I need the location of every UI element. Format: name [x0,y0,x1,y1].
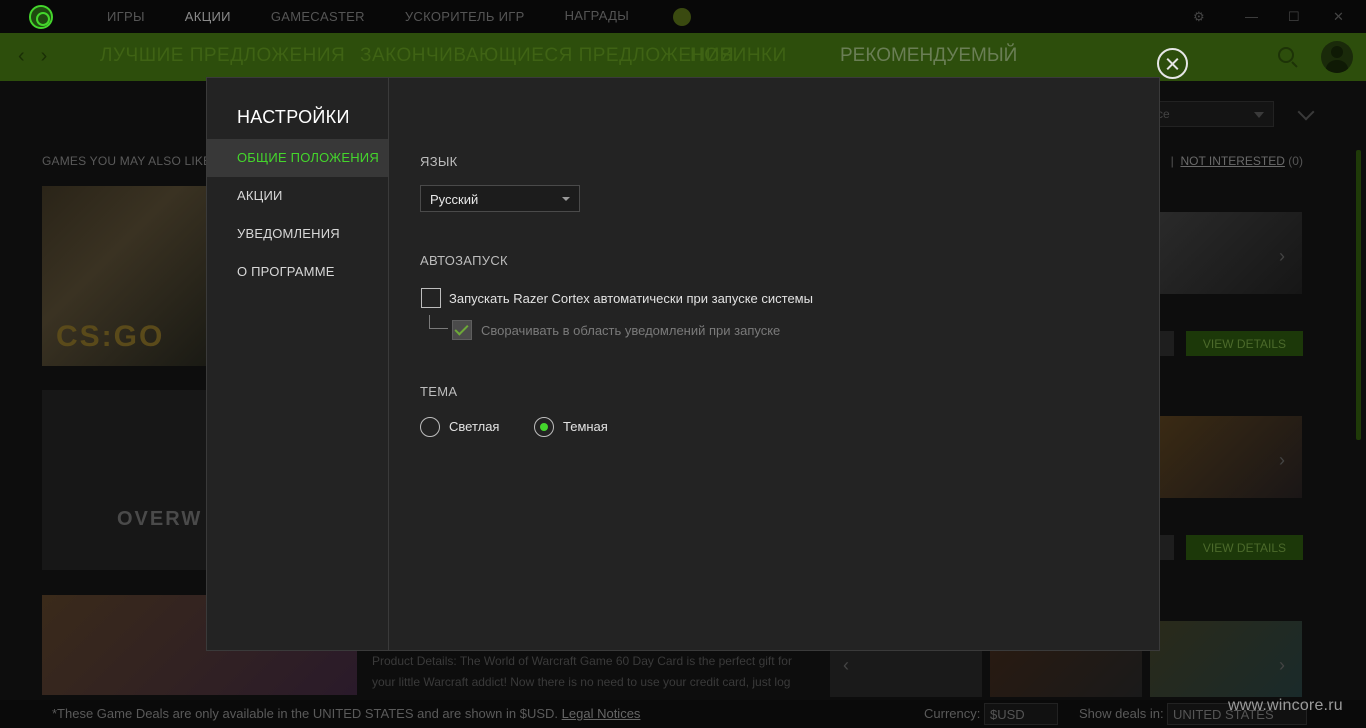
theme-light-radio[interactable] [420,417,440,437]
back-forward-arrows-icon[interactable]: ‹› [18,45,63,68]
autostart-label: АВТОЗАПУСК [420,253,508,268]
close-dialog-button[interactable] [1157,48,1188,79]
settings-dialog: НАСТРОЙКИ ОБЩИЕ ПОЛОЖЕНИЯ АКЦИИ УВЕДОМЛЕ… [206,77,1160,651]
legal-notices-link[interactable]: Legal Notices [562,706,641,721]
language-label: ЯЗЫК [420,154,458,169]
top-nav: ИГРЫ АКЦИИ GAMECASTER УСКОРИТЕЛЬ ИГР НАГ… [107,0,771,33]
language-value: Русский [430,192,479,207]
currency-select[interactable]: $USD [984,703,1058,725]
tile-title: CS:GO [56,320,165,353]
chevron-down-icon [562,197,570,201]
game-tile-overwatch[interactable]: OVERW [42,390,207,570]
sidebar-item-notifications[interactable]: УВЕДОМЛЕНИЯ [207,215,388,253]
nav-game-booster[interactable]: УСКОРИТЕЛЬ ИГР [405,9,525,24]
top-bar: ИГРЫ АКЦИИ GAMECASTER УСКОРИТЕЛЬ ИГР НАГ… [0,0,1366,33]
theme-dark-radio[interactable] [534,417,554,437]
tab-ending-deals[interactable]: ЗАКОНЧИВАЮЩИЕСЯ ПРЕДЛОЖЕНИЯ [360,45,734,67]
footer-note: *These Game Deals are only available in … [52,706,640,721]
avatar[interactable] [1321,41,1353,73]
game-tile-csgo[interactable]: CS:GO [42,186,207,366]
razer-logo-icon[interactable] [29,5,53,29]
next-arrow-icon[interactable]: › [1279,655,1285,676]
minimize-to-tray-label: Сворачивать в область уведомлений при за… [481,323,781,338]
close-window-icon[interactable]: ✕ [1333,9,1344,25]
theme-light-label: Светлая [449,419,500,434]
footer-note-text: *These Game Deals are only available in … [52,706,559,721]
not-interested-count: (0) [1288,154,1303,168]
secondary-button[interactable] [1160,331,1174,356]
next-arrow-icon[interactable]: › [1279,450,1285,471]
secondary-button[interactable] [1160,535,1174,560]
view-details-button[interactable]: VIEW DETAILS [1186,331,1303,356]
language-select[interactable]: Русский [420,185,580,212]
maximize-icon[interactable]: ☐ [1288,9,1300,25]
launch-on-startup-label: Запускать Razer Cortex автоматически при… [449,291,813,306]
sidebar-item-about[interactable]: О ПРОГРАММЕ [207,253,388,291]
watermark: www.wincore.ru [1228,697,1343,714]
tab-recommended[interactable]: РЕКОМЕНДУЕМЫЙ [840,45,1017,67]
theme-label: ТЕМА [420,384,458,399]
theme-dark-label: Темная [563,419,608,434]
chevron-down-icon[interactable] [1297,103,1315,121]
minimize-icon[interactable]: — [1245,9,1258,24]
sidebar-item-deals[interactable]: АКЦИИ [207,177,388,215]
minimize-to-tray-checkbox[interactable] [452,320,472,340]
radio-selected-dot [540,423,548,431]
view-details-button[interactable]: VIEW DETAILS [1186,535,1303,560]
sidebar-item-general[interactable]: ОБЩИЕ ПОЛОЖЕНИЯ [207,139,388,177]
settings-sidebar: НАСТРОЙКИ ОБЩИЕ ПОЛОЖЕНИЯ АКЦИИ УВЕДОМЛЕ… [207,78,389,650]
filter-counts: 0) | NOT INTERESTED (0) [1150,154,1303,168]
footer: *These Game Deals are only available in … [0,700,1366,728]
tree-connector [429,315,448,329]
section-heading: GAMES YOU MAY ALSO LIKE [42,154,212,168]
product-description: Product Details: The World of Warcraft G… [372,654,792,689]
prev-arrow-icon[interactable]: ‹ [843,655,849,676]
show-deals-label: Show deals in: [1079,706,1164,721]
nav-games[interactable]: ИГРЫ [107,9,145,24]
scrollbar[interactable] [1356,150,1361,440]
currency-label: Currency: [924,706,981,721]
nav-rewards[interactable]: НАГРАДЫ [564,7,731,26]
not-interested-link[interactable]: NOT INTERESTED [1180,154,1284,168]
rewards-badge-icon [673,7,692,26]
settings-title: НАСТРОЙКИ [237,107,350,127]
nav-deals[interactable]: АКЦИИ [185,9,231,24]
settings-gear-icon[interactable]: ⚙ [1193,9,1205,25]
tile-title: OVERW [117,508,203,530]
app-window: ИГРЫ АКЦИИ GAMECASTER УСКОРИТЕЛЬ ИГР НАГ… [0,0,1366,728]
next-arrow-icon[interactable]: › [1279,246,1285,267]
search-icon[interactable] [1278,47,1294,63]
tab-best-deals[interactable]: ЛУЧШИЕ ПРЕДЛОЖЕНИЯ [100,45,345,67]
nav-gamecaster[interactable]: GAMECASTER [271,9,365,24]
tab-new[interactable]: НОВИНКИ [690,45,787,67]
launch-on-startup-checkbox[interactable] [421,288,441,308]
nav-rewards-label: НАГРАДЫ [564,7,630,23]
checkmark-icon [454,321,469,336]
